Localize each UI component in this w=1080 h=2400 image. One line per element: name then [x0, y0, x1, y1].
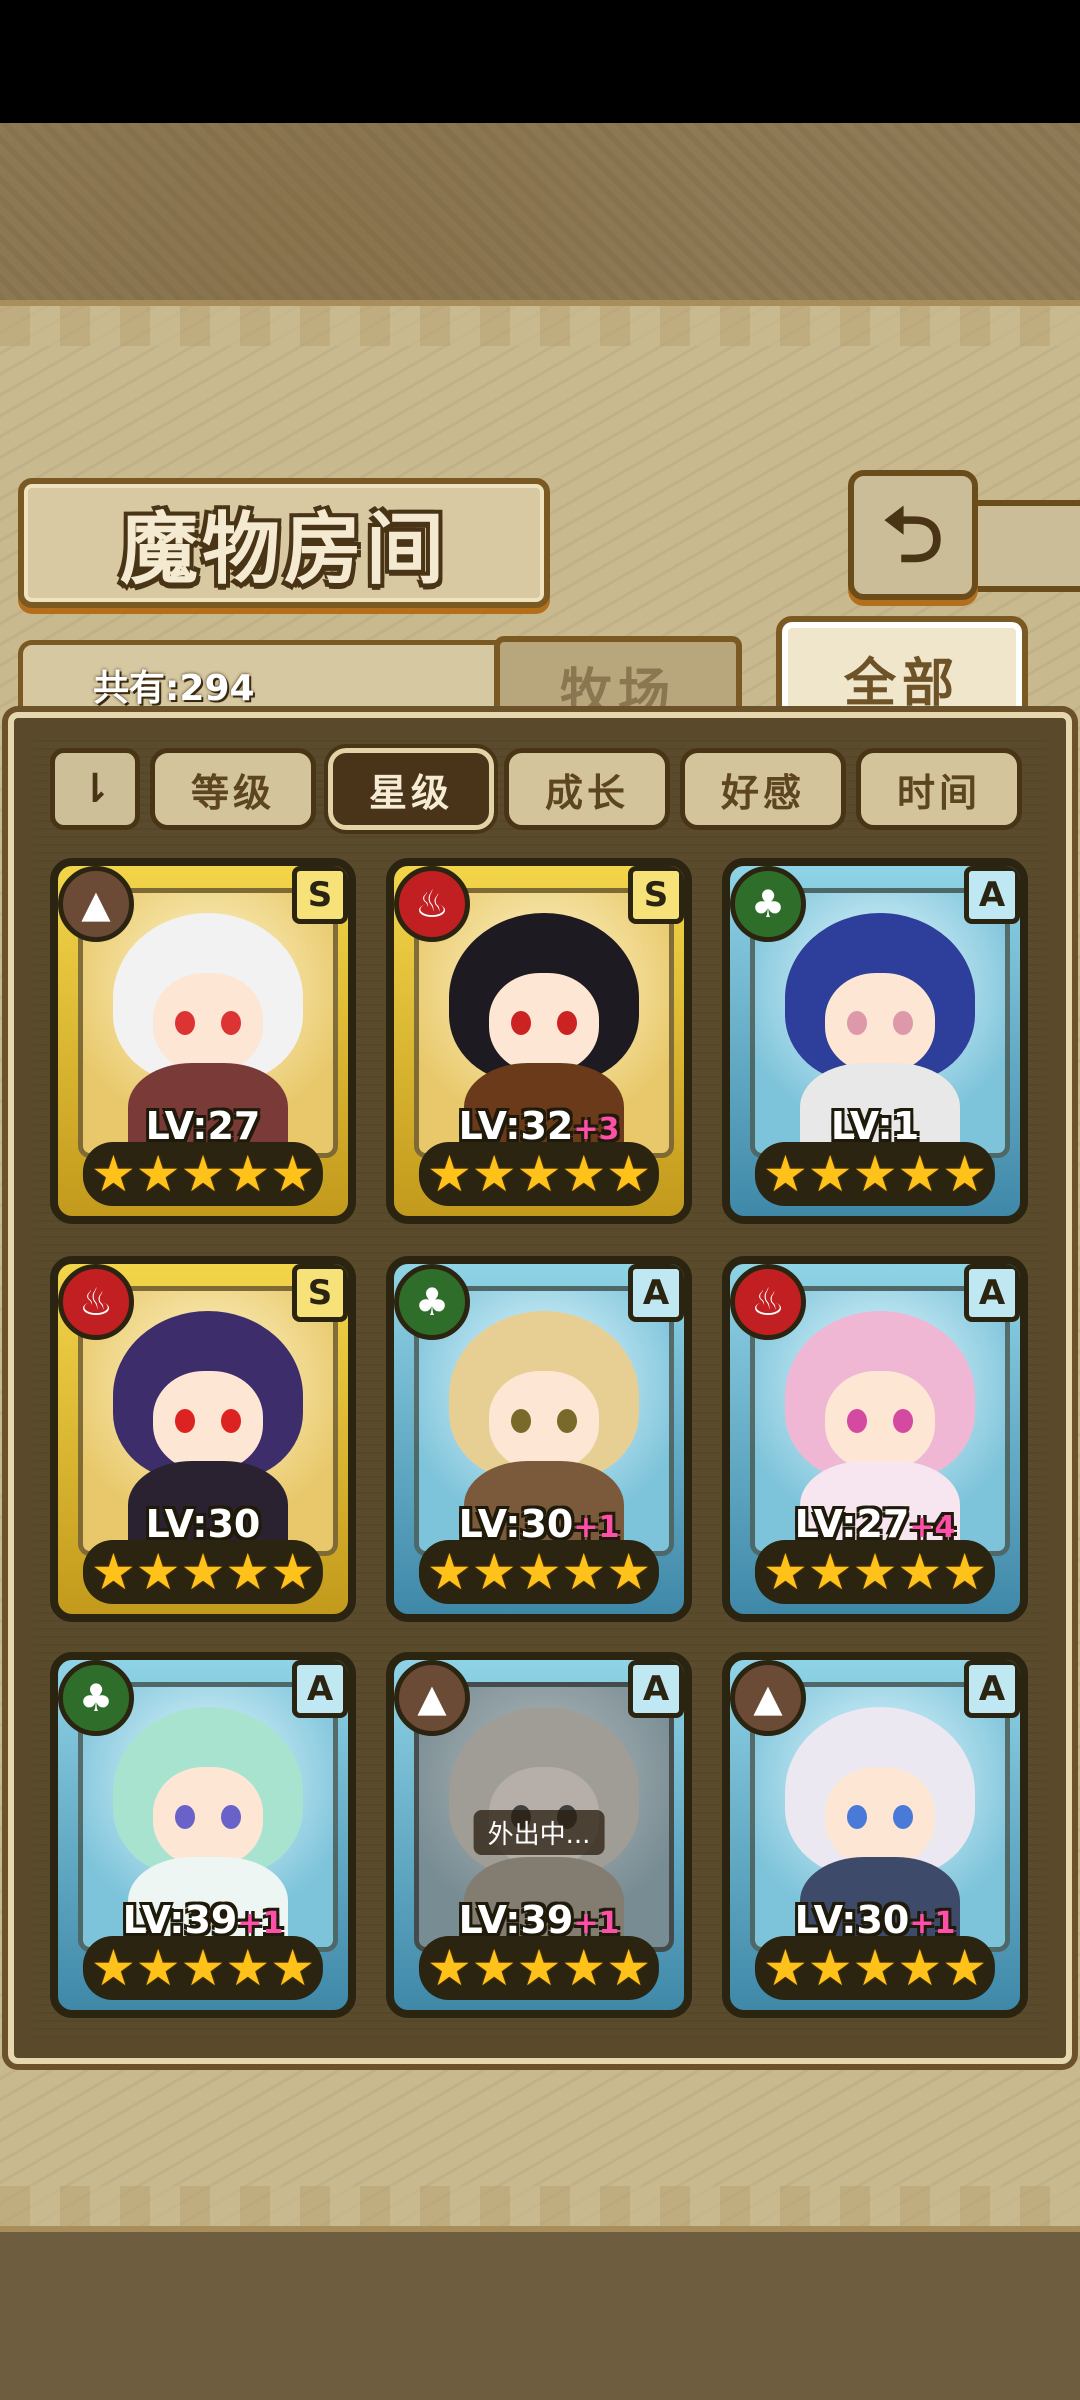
earth-element-icon: ▲ — [394, 1660, 470, 1736]
eye-shape — [221, 1805, 241, 1829]
away-status: 外出中... — [473, 1810, 605, 1855]
rank-badge: A — [964, 866, 1020, 924]
monster-card[interactable]: ♨ A LV:27+4 ★★★★★ — [722, 1256, 1028, 1622]
eye-shape — [557, 1409, 577, 1433]
star-icons: ★★★★★ — [426, 1543, 652, 1601]
rank-badge: A — [628, 1660, 684, 1718]
page-title: 魔物房间 — [119, 504, 448, 595]
star-rating: ★★★★★ — [418, 1142, 660, 1206]
title-plate: 魔物房间 — [18, 478, 550, 608]
monster-card[interactable]: ♨ S LV:32+3 ★★★★★ — [386, 858, 692, 1224]
sort-order-toggle[interactable]: ⇂ — [50, 748, 140, 830]
wood-element-icon: ♣ — [730, 866, 806, 942]
eye-shape — [511, 1409, 531, 1433]
star-rating: ★★★★★ — [754, 1936, 996, 2000]
star-icons: ★★★★★ — [90, 1939, 316, 1997]
eye-shape — [557, 1011, 577, 1035]
sort-time-button[interactable]: 时间 — [856, 748, 1022, 830]
face-shape — [825, 1371, 935, 1471]
monster-card[interactable]: ♣ A LV:1 ★★★★★ — [722, 858, 1028, 1224]
star-rating: ★★★★★ — [82, 1936, 324, 2000]
map-background-bottom — [0, 2210, 1080, 2400]
rank-badge: A — [964, 1660, 1020, 1718]
sort-level-button[interactable]: 等级 — [150, 748, 316, 830]
back-rail — [966, 500, 1080, 592]
total-count: 共有:294 — [93, 668, 255, 709]
rank-badge: S — [292, 866, 348, 924]
eye-shape — [847, 1011, 867, 1035]
face-shape — [153, 1767, 263, 1867]
monster-card[interactable]: ▲ A 外出中... LV:39+1 ★★★★★ — [386, 1652, 692, 2018]
sort-order-icon: ⇂ — [78, 766, 112, 812]
star-icons: ★★★★★ — [762, 1939, 988, 1997]
face-shape — [489, 973, 599, 1073]
star-rating: ★★★★★ — [82, 1540, 324, 1604]
back-icon: ⮌ — [882, 490, 944, 579]
rank-badge: S — [292, 1264, 348, 1322]
monster-card[interactable]: ♨ S LV:30 ★★★★★ — [50, 1256, 356, 1622]
monster-card[interactable]: ♣ A LV:39+1 ★★★★★ — [50, 1652, 356, 2018]
eye-shape — [511, 1011, 531, 1035]
eye-shape — [893, 1805, 913, 1829]
parchment-edge-top — [0, 306, 1080, 346]
star-rating: ★★★★★ — [754, 1142, 996, 1206]
monster-card[interactable]: ♣ A LV:30+1 ★★★★★ — [386, 1256, 692, 1622]
rank-badge: A — [964, 1264, 1020, 1322]
star-icons: ★★★★★ — [426, 1939, 652, 1997]
count-bar: 共有:294 — [18, 640, 548, 715]
eye-shape — [221, 1011, 241, 1035]
wood-element-icon: ♣ — [394, 1264, 470, 1340]
eye-shape — [175, 1805, 195, 1829]
eye-shape — [893, 1409, 913, 1433]
earth-element-icon: ▲ — [730, 1660, 806, 1736]
star-icons: ★★★★★ — [426, 1145, 652, 1203]
rank-badge: A — [628, 1264, 684, 1322]
sort-growth-button[interactable]: 成长 — [504, 748, 670, 830]
back-button[interactable]: ⮌ — [848, 470, 978, 600]
parchment-edge-bottom — [0, 2186, 1080, 2226]
eye-shape — [175, 1011, 195, 1035]
face-shape — [489, 1371, 599, 1471]
wood-element-icon: ♣ — [58, 1660, 134, 1736]
face-shape — [825, 1767, 935, 1867]
eye-shape — [847, 1805, 867, 1829]
fire-element-icon: ♨ — [394, 866, 470, 942]
sort-star-button[interactable]: 星级 — [324, 744, 498, 834]
eye-shape — [893, 1011, 913, 1035]
face-shape — [825, 973, 935, 1073]
earth-element-icon: ▲ — [58, 866, 134, 942]
star-rating: ★★★★★ — [82, 1142, 324, 1206]
eye-shape — [847, 1409, 867, 1433]
rank-badge: A — [292, 1660, 348, 1718]
sort-affection-button[interactable]: 好感 — [680, 748, 846, 830]
star-rating: ★★★★★ — [754, 1540, 996, 1604]
face-shape — [153, 973, 263, 1073]
monster-card[interactable]: ▲ S LV:27 ★★★★★ — [50, 858, 356, 1224]
fire-element-icon: ♨ — [730, 1264, 806, 1340]
star-icons: ★★★★★ — [762, 1543, 988, 1601]
monster-card[interactable]: ▲ A LV:30+1 ★★★★★ — [722, 1652, 1028, 2018]
rank-badge: S — [628, 866, 684, 924]
eye-shape — [175, 1409, 195, 1433]
fire-element-icon: ♨ — [58, 1264, 134, 1340]
star-icons: ★★★★★ — [90, 1543, 316, 1601]
face-shape — [153, 1371, 263, 1471]
star-rating: ★★★★★ — [418, 1936, 660, 2000]
star-icons: ★★★★★ — [762, 1145, 988, 1203]
eye-shape — [221, 1409, 241, 1433]
star-rating: ★★★★★ — [418, 1540, 660, 1604]
star-icons: ★★★★★ — [90, 1145, 316, 1203]
